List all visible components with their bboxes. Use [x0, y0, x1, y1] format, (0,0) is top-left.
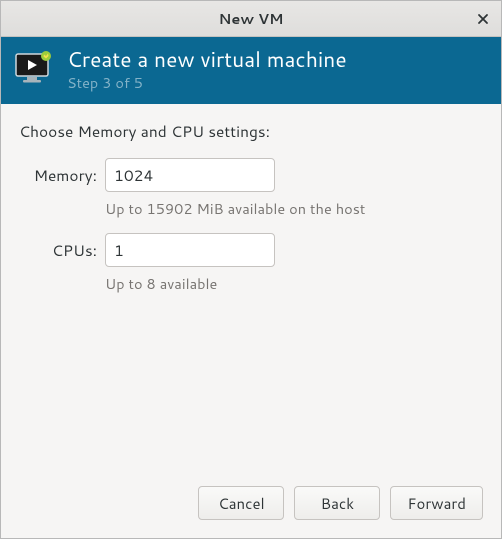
forward-button[interactable]: Forward	[390, 486, 483, 520]
close-icon[interactable]	[473, 9, 493, 29]
content-area: Choose Memory and CPU settings: Memory: …	[1, 104, 501, 472]
wizard-title: Create a new virtual machine	[67, 47, 347, 72]
instruction-text: Choose Memory and CPU settings:	[19, 120, 483, 142]
wizard-step: Step 3 of 5	[67, 74, 347, 91]
titlebar: New VM	[1, 1, 501, 37]
wizard-header: Create a new virtual machine Step 3 of 5	[1, 37, 501, 104]
memory-label: Memory:	[19, 164, 97, 186]
cpus-label: CPUs:	[19, 239, 97, 261]
button-bar: Cancel Back Forward	[1, 472, 501, 538]
memory-spinbutton	[105, 158, 275, 192]
wizard-titles: Create a new virtual machine Step 3 of 5	[67, 47, 347, 92]
settings-form: Memory: Up to 15902 MiB available on the…	[19, 158, 483, 304]
new-vm-window: New VM Create a new virtual machine Step…	[0, 0, 502, 539]
memory-hint: Up to 15902 MiB available on the host	[105, 198, 483, 219]
cpus-hint: Up to 8 available	[105, 273, 483, 294]
window-title: New VM	[218, 8, 283, 29]
memory-field[interactable]	[106, 159, 275, 191]
vm-monitor-icon	[15, 51, 55, 87]
cpus-field[interactable]	[106, 234, 275, 266]
cpus-spinbutton	[105, 233, 275, 267]
back-button[interactable]: Back	[294, 486, 380, 520]
cancel-button[interactable]: Cancel	[198, 486, 284, 520]
